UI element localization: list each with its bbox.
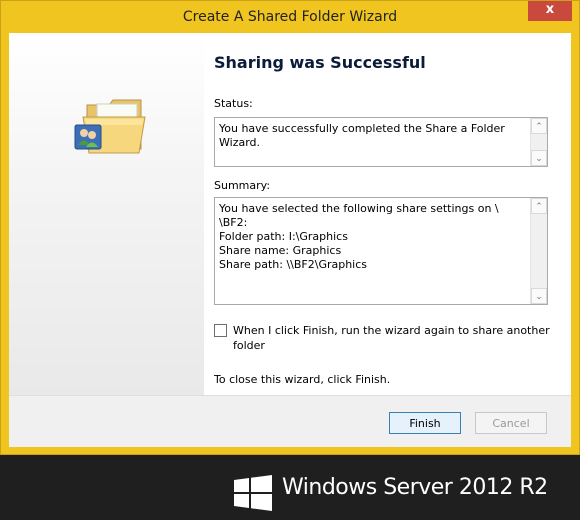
summary-line: \BF2:	[219, 216, 248, 229]
status-text: You have successfully completed the Shar…	[219, 122, 505, 149]
finish-button[interactable]: Finish	[389, 412, 461, 434]
rerun-checkbox[interactable]	[214, 324, 227, 337]
rerun-checkbox-label[interactable]: When I click Finish, run the wizard agai…	[233, 323, 553, 353]
summary-scrollbar[interactable]: ⌃ ⌄	[530, 198, 547, 304]
summary-label: Summary:	[214, 179, 271, 192]
summary-line: You have selected the following share se…	[219, 202, 499, 215]
title-bar[interactable]: Create A Shared Folder Wizard x	[1, 1, 579, 33]
windows-logo-icon	[234, 475, 272, 511]
button-bar: Finish Cancel	[9, 396, 571, 447]
scroll-down-button[interactable]: ⌄	[531, 288, 547, 304]
page-title: Sharing was Successful	[214, 53, 426, 72]
scroll-up-button[interactable]: ⌃	[531, 118, 547, 134]
product-name: Windows Server 2012 R2	[282, 475, 548, 500]
summary-line: Share path: \\BF2\Graphics	[219, 258, 368, 271]
status-scrollbar[interactable]: ⌃ ⌄	[530, 118, 547, 166]
window-title: Create A Shared Folder Wizard	[182, 9, 398, 25]
scroll-down-button[interactable]: ⌄	[531, 150, 547, 166]
summary-textbox[interactable]: You have selected the following share se…	[214, 197, 548, 305]
summary-line: Folder path: I:\Graphics	[219, 230, 348, 243]
scroll-up-button[interactable]: ⌃	[531, 198, 547, 214]
wizard-client: Sharing was Successful Status: You have …	[9, 33, 571, 447]
wizard-window: Create A Shared Folder Wizard x Sharing …	[0, 0, 580, 455]
close-button[interactable]: x	[528, 1, 572, 21]
branding-strip: Windows Server 2012 R2	[0, 458, 580, 520]
wizard-side-panel	[9, 33, 204, 395]
close-instruction: To close this wizard, click Finish.	[214, 373, 391, 386]
summary-line: Share name: Graphics	[219, 244, 342, 257]
shared-folder-icon	[74, 99, 146, 154]
wizard-content: Sharing was Successful Status: You have …	[214, 33, 571, 395]
status-textbox[interactable]: You have successfully completed the Shar…	[214, 117, 548, 167]
cancel-button[interactable]: Cancel	[475, 412, 547, 434]
status-label: Status:	[214, 97, 253, 110]
